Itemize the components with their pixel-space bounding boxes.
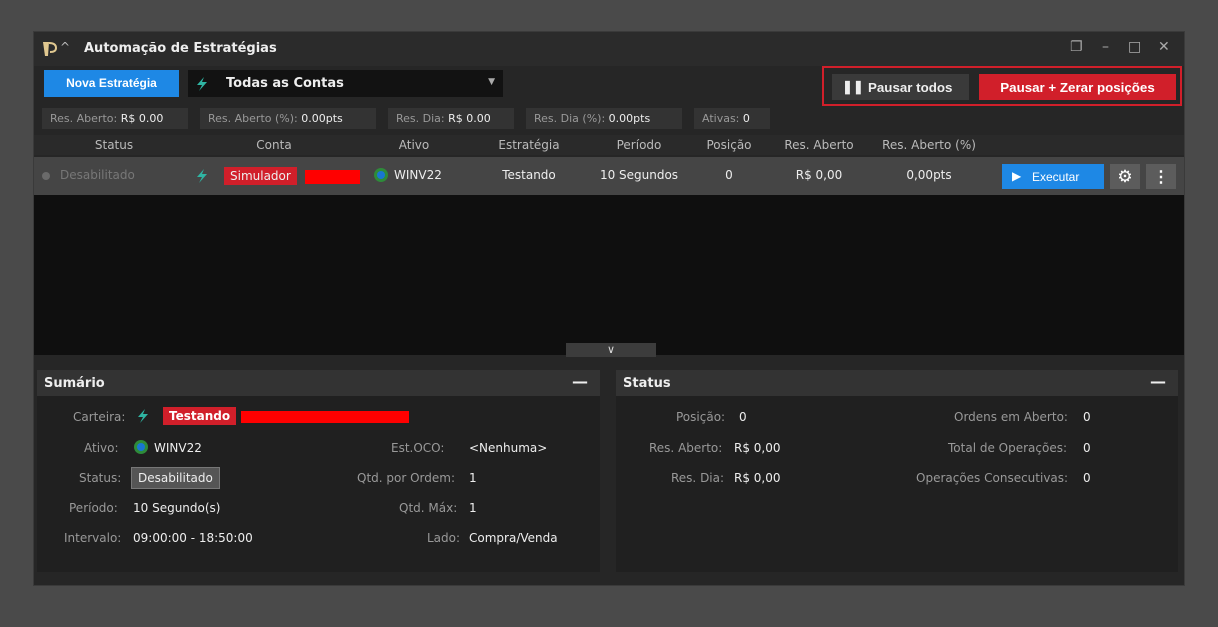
pause-all-button[interactable]: ❚❚ Pausar todos: [832, 74, 969, 100]
intervalo-label: Intervalo:: [64, 531, 122, 545]
redaction-bar: [241, 411, 409, 423]
total-operacoes-value: 0: [1083, 441, 1091, 455]
toolbar: Nova Estratégia Todas as Contas ▼ ❚❚ Pau…: [34, 66, 1184, 106]
execute-label: Executar: [1032, 170, 1080, 184]
qtd-max-label: Qtd. Máx:: [399, 501, 458, 515]
lado-label: Lado:: [427, 531, 461, 545]
account-select[interactable]: Todas as Contas ▼: [188, 70, 503, 97]
pause-controls: ❚❚ Pausar todos Pausar + Zerar posições: [822, 66, 1182, 106]
minimize-panel-icon[interactable]: —: [1150, 372, 1166, 391]
ordens-aberto-value: 0: [1083, 410, 1091, 424]
summary-panel: Sumário — Carteira: Testando Ativo: WINV…: [37, 370, 600, 572]
col-conta[interactable]: Conta: [234, 138, 314, 152]
status-title: Status: [623, 376, 671, 391]
table-row[interactable]: Desabilitado Simulador WINV22 Testando 1…: [34, 157, 1184, 195]
popout-icon[interactable]: ❐: [1070, 39, 1083, 55]
summary-title: Sumário: [44, 376, 105, 391]
qtd-max-value: 1: [469, 501, 477, 515]
row-estrategia: Testando: [502, 168, 556, 182]
col-posicao[interactable]: Posição: [694, 138, 764, 152]
close-icon[interactable]: ✕: [1158, 39, 1170, 55]
posicao-value: 0: [739, 410, 747, 424]
row-res-aberto: R$ 0,00: [795, 168, 843, 182]
minimize-icon[interactable]: –: [1102, 39, 1109, 55]
stat-res-dia: Res. Dia: R$ 0.00: [388, 108, 514, 129]
row-ativo: WINV22: [394, 168, 442, 182]
row-account-badge: Simulador: [224, 167, 297, 185]
status-dot-icon: [42, 172, 50, 180]
row-posicao: 0: [725, 168, 733, 182]
summary-panel-header: Sumário —: [37, 370, 600, 396]
carteira-label: Carteira:: [73, 410, 126, 424]
stat-res-aberto: Res. Aberto: R$ 0.00: [42, 108, 188, 129]
strategy-automation-window: ^ Automação de Estratégias ❐ – □ ✕ Nova …: [33, 31, 1185, 586]
lado-value: Compra/Venda: [469, 531, 558, 545]
row-res-aberto-pct: 0,00pts: [906, 168, 952, 182]
col-res-aberto[interactable]: Res. Aberto: [774, 138, 864, 152]
brazil-flag-icon: [134, 440, 148, 454]
posicao-label: Posição:: [676, 410, 726, 424]
ativo-label: Ativo:: [84, 441, 119, 455]
chevron-down-icon: ▼: [488, 77, 495, 87]
col-status[interactable]: Status: [74, 138, 154, 152]
collapse-chevron-icon[interactable]: ^: [60, 40, 70, 54]
stat-res-aberto-pct: Res. Aberto (%): 0.00pts: [200, 108, 376, 129]
account-select-value: Todas as Contas: [226, 76, 344, 91]
ordens-aberto-label: Ordens em Aberto:: [954, 410, 1068, 424]
status-panel-header: Status —: [616, 370, 1178, 396]
res-aberto-value: R$ 0,00: [734, 441, 781, 455]
app-logo-icon: [43, 42, 58, 56]
new-strategy-button[interactable]: Nova Estratégia: [44, 70, 179, 97]
est-oco-label: Est.OCO:: [391, 441, 445, 455]
minimize-panel-icon[interactable]: —: [572, 372, 588, 391]
stats-bar: Res. Aberto: R$ 0.00 Res. Aberto (%): 0.…: [34, 105, 1184, 131]
lightning-icon: [138, 409, 148, 423]
table-header: Status Conta Ativo Estratégia Período Po…: [34, 135, 1184, 155]
status-panel: Status — Posição: 0 Res. Aberto: R$ 0,00…: [616, 370, 1178, 572]
maximize-icon[interactable]: □: [1128, 39, 1141, 55]
stat-res-dia-pct: Res. Dia (%): 0.00pts: [526, 108, 682, 129]
brazil-flag-icon: [374, 168, 388, 182]
res-dia-value: R$ 0,00: [734, 471, 781, 485]
operacoes-consecutivas-value: 0: [1083, 471, 1091, 485]
periodo-value: 10 Segundo(s): [133, 501, 221, 515]
res-dia-label: Res. Dia:: [671, 471, 725, 485]
status-badge: Desabilitado: [131, 467, 220, 489]
execute-button[interactable]: ▶ Executar: [1002, 164, 1104, 189]
stat-ativas: Ativas: 0: [694, 108, 770, 129]
res-aberto-label: Res. Aberto:: [649, 441, 723, 455]
lightning-icon: [197, 77, 207, 91]
redaction-bar: [305, 170, 360, 184]
col-ativo[interactable]: Ativo: [374, 138, 454, 152]
col-res-aberto-pct[interactable]: Res. Aberto (%): [869, 138, 989, 152]
est-oco-value: <Nenhuma>: [469, 441, 548, 455]
gear-icon[interactable]: ⚙: [1110, 164, 1140, 189]
qtd-ordem-label: Qtd. por Ordem:: [357, 471, 456, 485]
carteira-badge: Testando: [163, 407, 237, 425]
status-label: Status:: [79, 471, 122, 485]
play-icon: ▶: [1012, 169, 1022, 183]
periodo-label: Período:: [69, 501, 118, 515]
row-periodo: 10 Segundos: [599, 168, 679, 182]
window-title: Automação de Estratégias: [84, 41, 277, 56]
strategies-grid-empty-area: [34, 195, 1184, 355]
col-estrategia[interactable]: Estratégia: [484, 138, 574, 152]
expand-chevron-icon[interactable]: ∨: [566, 343, 656, 357]
pause-icon: ❚❚: [842, 79, 864, 94]
title-bar: ^ Automação de Estratégias ❐ – □ ✕: [34, 32, 1184, 66]
ativo-value: WINV22: [154, 441, 202, 455]
row-status: Desabilitado: [60, 168, 135, 182]
qtd-ordem-value: 1: [469, 471, 477, 485]
total-operacoes-label: Total de Operações:: [948, 441, 1068, 455]
pause-zero-positions-button[interactable]: Pausar + Zerar posições: [979, 74, 1176, 100]
lightning-icon: [197, 169, 207, 183]
more-options-icon[interactable]: ⋮: [1146, 164, 1176, 189]
col-periodo[interactable]: Período: [594, 138, 684, 152]
pause-all-label: Pausar todos: [868, 80, 953, 95]
intervalo-value: 09:00:00 - 18:50:00: [133, 531, 253, 545]
operacoes-consecutivas-label: Operações Consecutivas:: [916, 471, 1069, 485]
